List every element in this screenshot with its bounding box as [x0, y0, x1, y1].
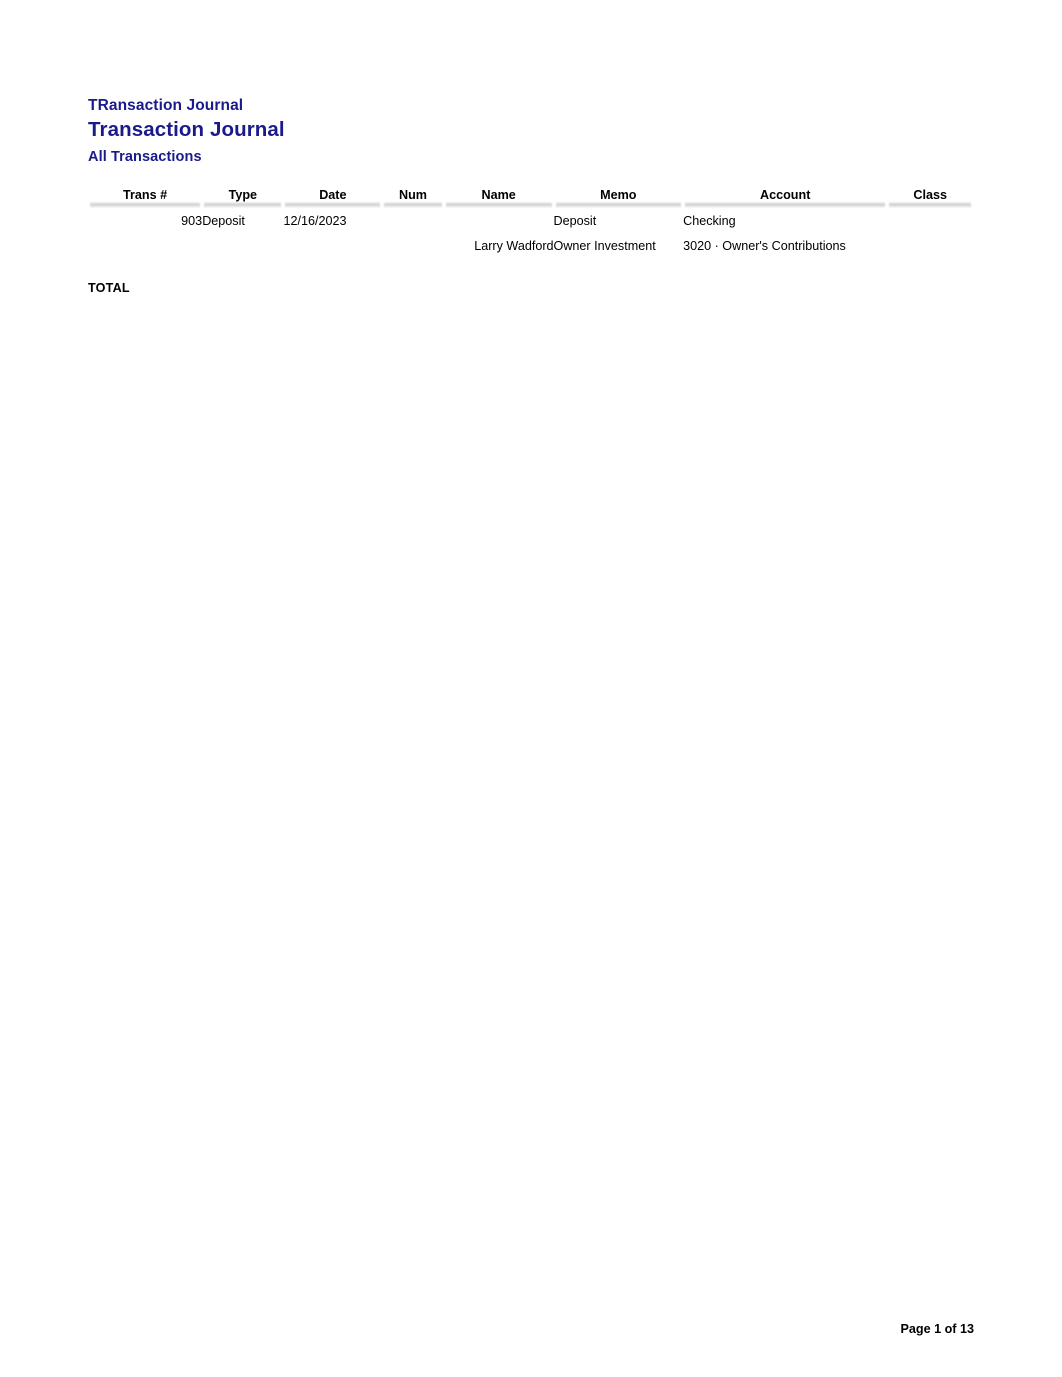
column-header-label: Date — [319, 188, 347, 202]
column-header-rule — [384, 202, 442, 208]
cell-trans — [88, 234, 202, 259]
page-number-footer: Page 1 of 13 — [900, 1322, 975, 1336]
column-header-label: Trans # — [123, 188, 168, 202]
cell-class — [887, 209, 973, 234]
cell-account: Checking — [683, 214, 736, 228]
cell-account: 3020 · Owner's Contributions — [683, 239, 846, 253]
column-header-rule — [90, 202, 201, 208]
column-header-date: Date — [283, 183, 382, 209]
column-header-rule — [889, 202, 971, 208]
transaction-journal-table: Trans # Type Date Num Name Memo Account … — [88, 183, 973, 259]
column-header-rule — [204, 202, 282, 208]
cell-date: 12/16/2023 — [283, 214, 347, 228]
cell-name — [444, 209, 554, 234]
column-header-label: Num — [398, 188, 427, 202]
total-label: TOTAL — [88, 281, 130, 295]
cell-type — [202, 234, 283, 259]
column-header-trans: Trans # — [88, 183, 202, 209]
cell-num — [382, 209, 443, 234]
cell-num — [382, 234, 443, 259]
report-subtitle: All Transactions — [88, 149, 202, 165]
cell-date — [283, 234, 382, 259]
table-header-row: Trans # Type Date Num Name Memo Account … — [88, 183, 973, 209]
report-company-title: TRansaction Journal — [88, 97, 244, 114]
column-header-name: Name — [444, 183, 554, 209]
report-title: Transaction Journal — [88, 118, 285, 141]
column-header-label: Account — [760, 188, 811, 202]
cell-class — [887, 234, 973, 259]
column-header-label: Type — [228, 188, 258, 202]
report-header-block: TRansaction Journal Transaction Journal … — [88, 96, 988, 166]
column-header-num: Num — [382, 183, 443, 209]
column-header-label: Name — [481, 188, 516, 202]
column-header-type: Type — [202, 183, 283, 209]
table-row: 903 Deposit 12/16/2023 Deposit Checking — [88, 209, 973, 234]
cell-type: Deposit — [202, 214, 245, 228]
report-page: TRansaction Journal Transaction Journal … — [0, 0, 1062, 1377]
column-header-rule — [555, 202, 682, 208]
column-header-memo: Memo — [554, 183, 684, 209]
cell-name: Larry Wadford — [474, 239, 554, 253]
cell-memo: Owner Investment — [553, 239, 656, 253]
column-header-label: Class — [913, 188, 947, 202]
column-header-class: Class — [887, 183, 973, 209]
column-header-rule — [445, 202, 552, 208]
column-header-label: Memo — [600, 188, 637, 202]
table-row: Larry Wadford Owner Investment 3020 · Ow… — [88, 234, 973, 259]
total-row: TOTAL — [88, 280, 130, 296]
column-header-rule — [685, 202, 886, 208]
column-header-rule — [285, 202, 381, 208]
column-header-account: Account — [683, 183, 887, 209]
cell-memo: Deposit — [553, 214, 597, 228]
cell-trans: 903 — [181, 214, 203, 228]
